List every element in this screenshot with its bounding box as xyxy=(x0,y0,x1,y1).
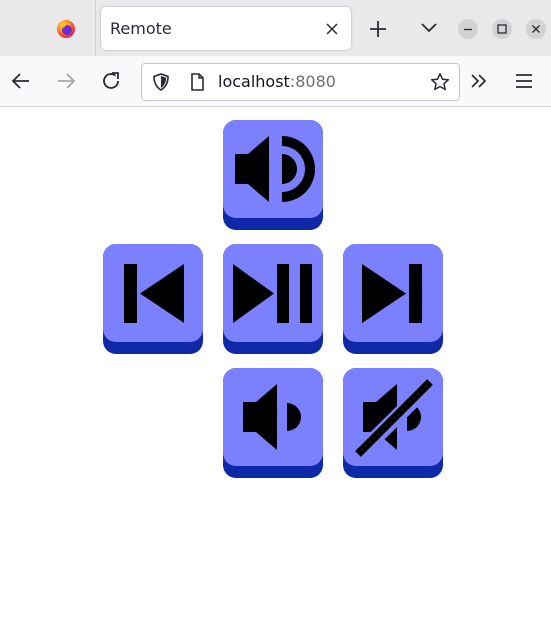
back-arrow-icon[interactable] xyxy=(9,69,33,93)
maximize-window-button[interactable] xyxy=(492,19,512,39)
mute-button[interactable] xyxy=(343,368,443,478)
url-host: localhost xyxy=(218,72,290,91)
new-tab-icon[interactable] xyxy=(368,19,388,39)
tracking-protection-shield-icon[interactable] xyxy=(151,72,171,92)
play-pause-icon xyxy=(233,264,312,323)
tab-remote[interactable]: Remote xyxy=(101,7,351,50)
tab-strip: Remote xyxy=(0,0,551,56)
skip-previous-icon xyxy=(124,264,184,323)
volume-down-button[interactable] xyxy=(223,368,323,478)
close-window-icon xyxy=(532,25,540,33)
forward-arrow-icon[interactable] xyxy=(54,69,78,93)
bookmark-star-icon[interactable] xyxy=(430,72,450,92)
maximize-icon xyxy=(497,24,507,34)
close-tab-icon[interactable] xyxy=(325,22,339,36)
more-tools-chevron-icon[interactable] xyxy=(467,69,491,93)
firefox-view-button[interactable] xyxy=(0,0,96,56)
navigation-toolbar: localhost:8080 xyxy=(0,56,551,107)
minimize-window-button[interactable] xyxy=(458,19,478,39)
tab-title: Remote xyxy=(110,19,172,38)
mute-icon xyxy=(354,379,435,459)
firefox-logo-icon xyxy=(57,20,75,38)
next-track-button[interactable] xyxy=(343,244,443,354)
url-bar[interactable]: localhost:8080 xyxy=(141,63,460,101)
previous-track-button[interactable] xyxy=(103,244,203,354)
minimize-icon xyxy=(464,28,472,31)
url-port: :8080 xyxy=(289,72,336,91)
url-text[interactable]: localhost:8080 xyxy=(218,72,336,91)
reload-icon[interactable] xyxy=(99,69,123,93)
skip-next-icon xyxy=(362,264,422,323)
hamburger-menu-icon[interactable] xyxy=(512,69,536,93)
list-all-tabs-icon[interactable] xyxy=(420,21,438,35)
close-window-button[interactable] xyxy=(526,19,546,39)
page-info-icon[interactable] xyxy=(187,72,207,92)
volume-up-icon xyxy=(235,136,315,202)
volume-down-icon xyxy=(243,384,301,450)
volume-up-button[interactable] xyxy=(223,120,323,230)
play-pause-button[interactable] xyxy=(223,244,323,354)
